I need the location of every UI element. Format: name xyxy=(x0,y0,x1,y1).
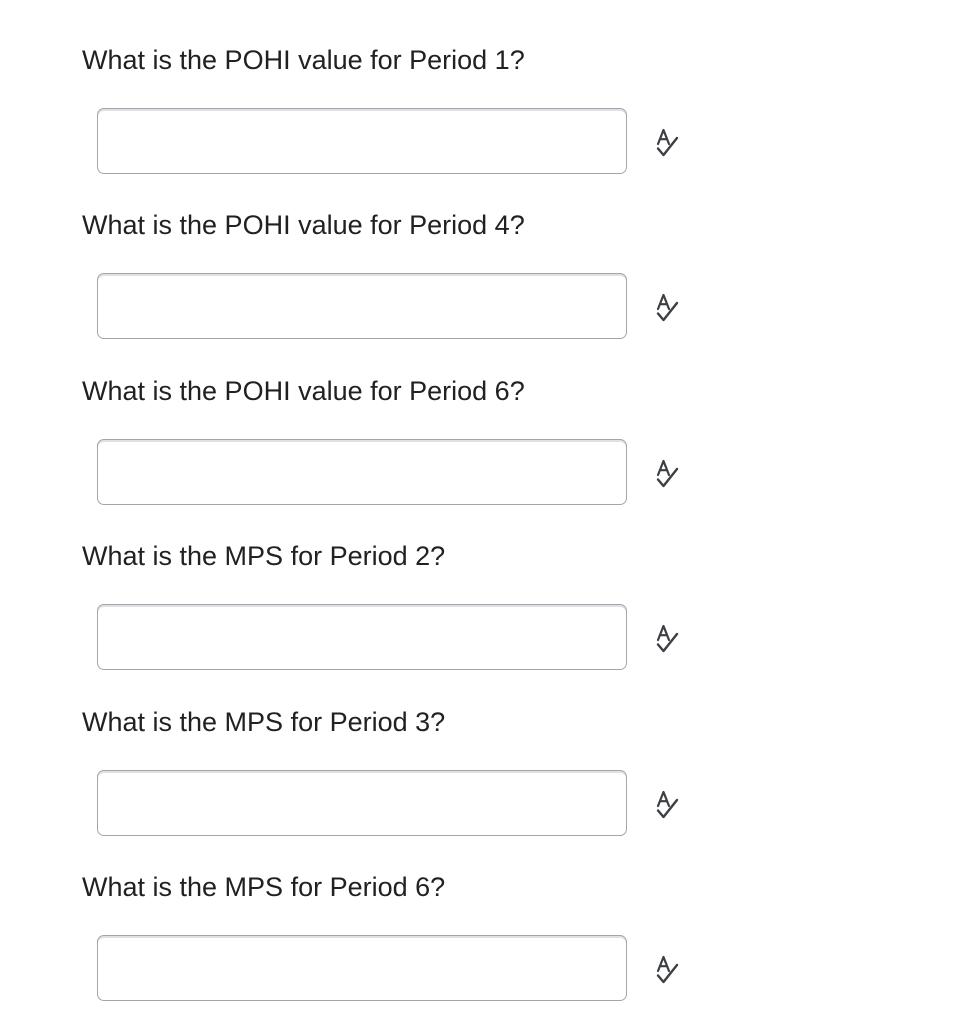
answer-input[interactable] xyxy=(97,935,627,1001)
spellcheck-icon[interactable] xyxy=(650,126,684,160)
question-period-6-pohi: What is the POHI value for Period 6? xyxy=(82,371,882,537)
spellcheck-icon[interactable] xyxy=(650,953,684,987)
question-period-3-mps: What is the MPS for Period 3? xyxy=(82,702,882,868)
answer-input[interactable] xyxy=(97,604,627,670)
answer-input[interactable] xyxy=(97,273,627,339)
answer-input[interactable] xyxy=(97,770,627,836)
question-period-4-pohi: What is the POHI value for Period 4? xyxy=(82,205,882,371)
question-period-1-pohi: What is the POHI value for Period 1? xyxy=(82,40,882,206)
question-label: What is the POHI value for Period 6? xyxy=(82,376,525,406)
answer-input[interactable] xyxy=(97,108,627,174)
question-period-6-mps: What is the MPS for Period 6? xyxy=(82,867,882,1033)
question-label: What is the MPS for Period 2? xyxy=(82,541,446,571)
question-label: What is the POHI value for Period 4? xyxy=(82,210,525,240)
question-label: What is the MPS for Period 6? xyxy=(82,872,446,902)
answer-input[interactable] xyxy=(97,439,627,505)
spellcheck-icon[interactable] xyxy=(650,457,684,491)
spellcheck-icon[interactable] xyxy=(650,622,684,656)
spellcheck-icon[interactable] xyxy=(650,291,684,325)
quiz-form: What is the POHI value for Period 1? Wha… xyxy=(0,0,960,1024)
question-label: What is the MPS for Period 3? xyxy=(82,707,446,737)
question-period-2-mps: What is the MPS for Period 2? xyxy=(82,536,882,702)
spellcheck-icon[interactable] xyxy=(650,788,684,822)
question-label: What is the POHI value for Period 1? xyxy=(82,45,525,75)
